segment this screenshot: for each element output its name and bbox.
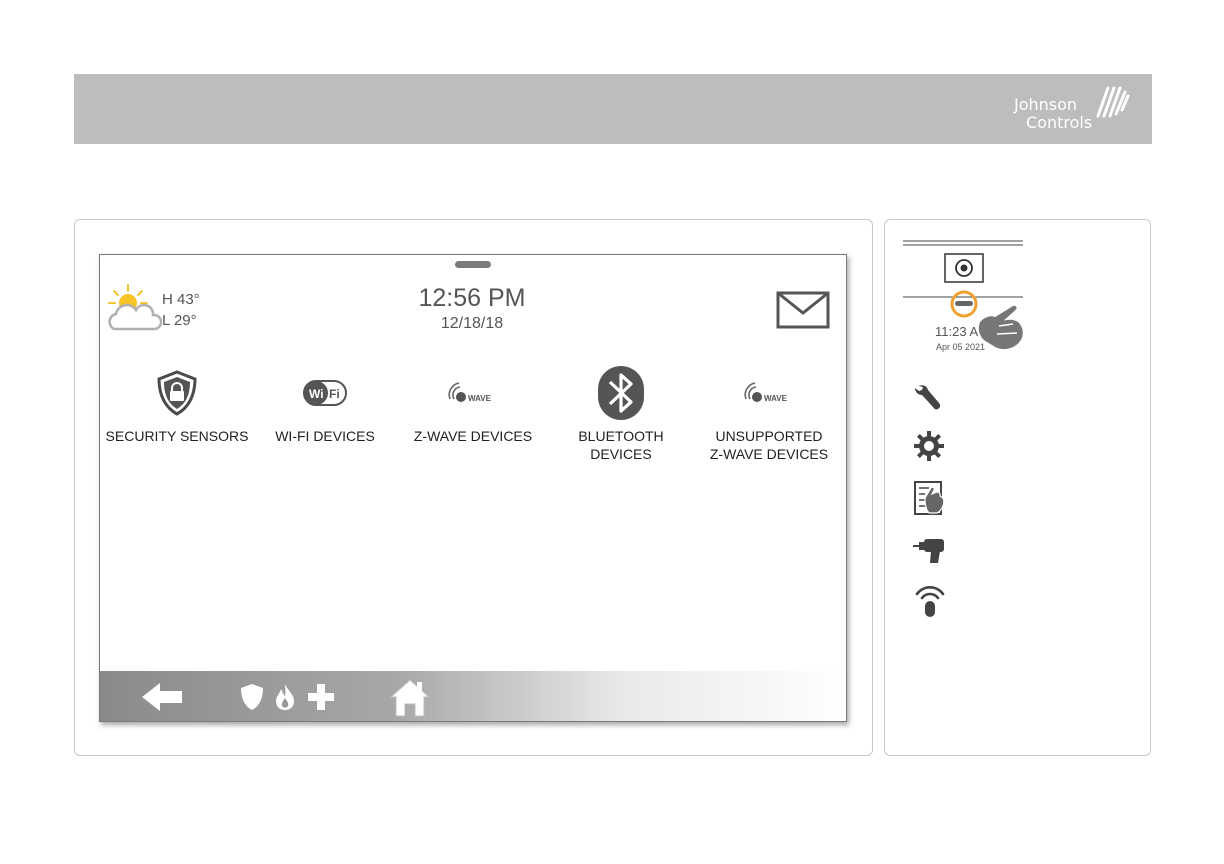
bottom-nav-bar	[100, 671, 846, 721]
tile-label-line1: BLUETOOTH	[578, 428, 664, 444]
remote-signal-icon	[915, 586, 945, 617]
side-panel: 11:23 AM Apr 05 2021	[884, 219, 1151, 756]
tile-wifi-devices[interactable]: Wi Fi WI-FI DEVICES	[250, 363, 400, 445]
partly-cloudy-icon	[108, 284, 163, 331]
tile-label: SECURITY SENSORS	[105, 428, 249, 444]
shield-icon	[241, 684, 263, 710]
logo-line1: Johnson	[1014, 95, 1078, 114]
svg-text:Wi: Wi	[309, 387, 324, 401]
wifi-icon: Wi Fi	[303, 380, 347, 406]
pull-down-illustration: 11:23 AM Apr 05 2021	[903, 240, 1025, 352]
gear-icon	[914, 431, 944, 461]
clock-date: 12/18/18	[440, 315, 504, 332]
touchscreen-button[interactable]	[913, 480, 945, 521]
tile-zwave-devices[interactable]: WAVE Z-WAVE DEVICES	[398, 363, 548, 445]
fire-icon	[276, 684, 294, 710]
drill-icon	[913, 539, 944, 563]
tile-security-sensors[interactable]: SECURITY SENSORS	[102, 363, 252, 445]
svg-text:Fi: Fi	[329, 387, 340, 401]
device-screen: H 43° L 29° 12:56 PM 12/18/18 SECURITY S…	[99, 254, 847, 722]
weather-widget[interactable]: H 43° L 29°	[106, 283, 226, 339]
clock-display: 12:56 PM 12/18/18	[372, 283, 572, 335]
zwave-icon: WAVE	[448, 382, 492, 403]
tile-label: WI-FI DEVICES	[275, 428, 375, 444]
installation-button[interactable]	[913, 536, 947, 569]
tile-bluetooth-devices[interactable]: BLUETOOTH DEVICES	[546, 363, 696, 463]
medical-cross-icon	[308, 684, 334, 710]
tile-label-line2: Z-WAVE DEVICES	[709, 446, 829, 462]
touchscreen-hand-icon	[914, 481, 945, 515]
mini-date: Apr 05 2021	[936, 342, 985, 352]
main-panel: H 43° L 29° 12:56 PM 12/18/18 SECURITY S…	[74, 219, 873, 756]
home-button[interactable]	[389, 679, 431, 721]
tile-unsupported-zwave-devices[interactable]: WAVE UNSUPPORTED Z-WAVE DEVICES	[694, 363, 844, 463]
weather-low: L 29°	[162, 312, 197, 329]
clock-time: 12:56 PM	[418, 284, 526, 312]
system-settings-button[interactable]	[913, 430, 945, 467]
logo-line2: Controls	[1026, 113, 1093, 132]
handle-icon	[955, 301, 973, 306]
weather-high: H 43°	[162, 291, 200, 308]
tile-label: Z-WAVE DEVICES	[413, 428, 533, 444]
tile-label-line2: DEVICES	[590, 446, 652, 462]
camera-button-icon	[944, 253, 984, 283]
messages-button[interactable]	[776, 291, 830, 334]
zwave-icon: WAVE	[744, 382, 788, 403]
shield-lock-icon	[157, 370, 197, 416]
back-button[interactable]	[142, 683, 182, 716]
zwave-badge: WAVE	[764, 394, 788, 403]
johnson-controls-logo: Johnson Controls	[1014, 82, 1132, 136]
zwave-badge: WAVE	[468, 394, 492, 403]
pull-down-handle[interactable]	[455, 261, 491, 268]
settings-tools-button[interactable]	[913, 382, 943, 417]
panic-police-button[interactable]	[240, 683, 264, 716]
panic-medical-button[interactable]	[308, 684, 334, 715]
tile-label-line1: UNSUPPORTED	[715, 428, 823, 444]
wrench-icon	[915, 385, 941, 410]
home-icon	[389, 679, 431, 717]
envelope-icon	[776, 291, 830, 329]
back-arrow-icon	[142, 683, 182, 711]
panic-fire-button[interactable]	[274, 683, 296, 716]
header-banner: Johnson Controls	[74, 74, 1152, 144]
logo-mark-icon	[1096, 86, 1130, 118]
bluetooth-icon	[598, 366, 644, 420]
remote-button[interactable]	[913, 582, 947, 623]
